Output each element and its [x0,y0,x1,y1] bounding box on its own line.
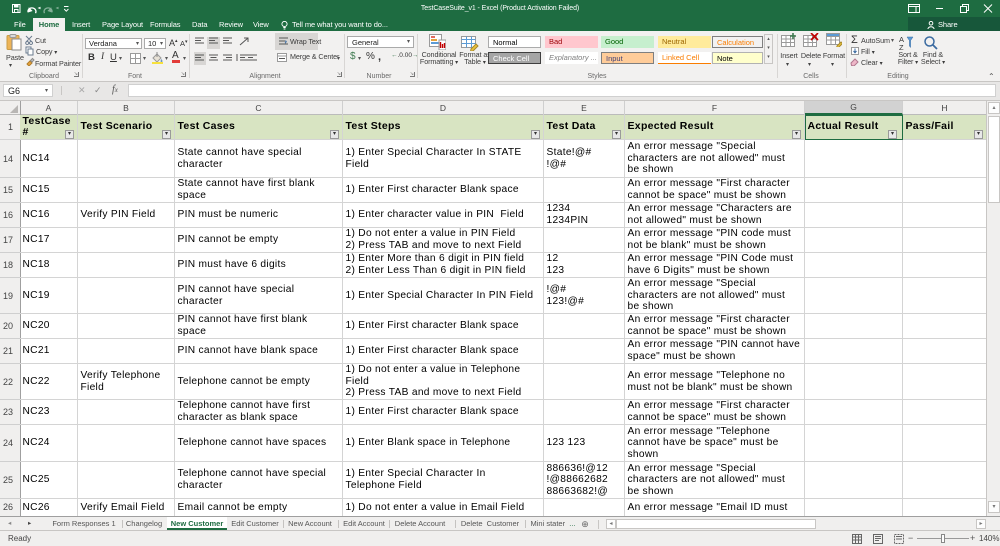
svg-text:Z: Z [899,43,904,50]
